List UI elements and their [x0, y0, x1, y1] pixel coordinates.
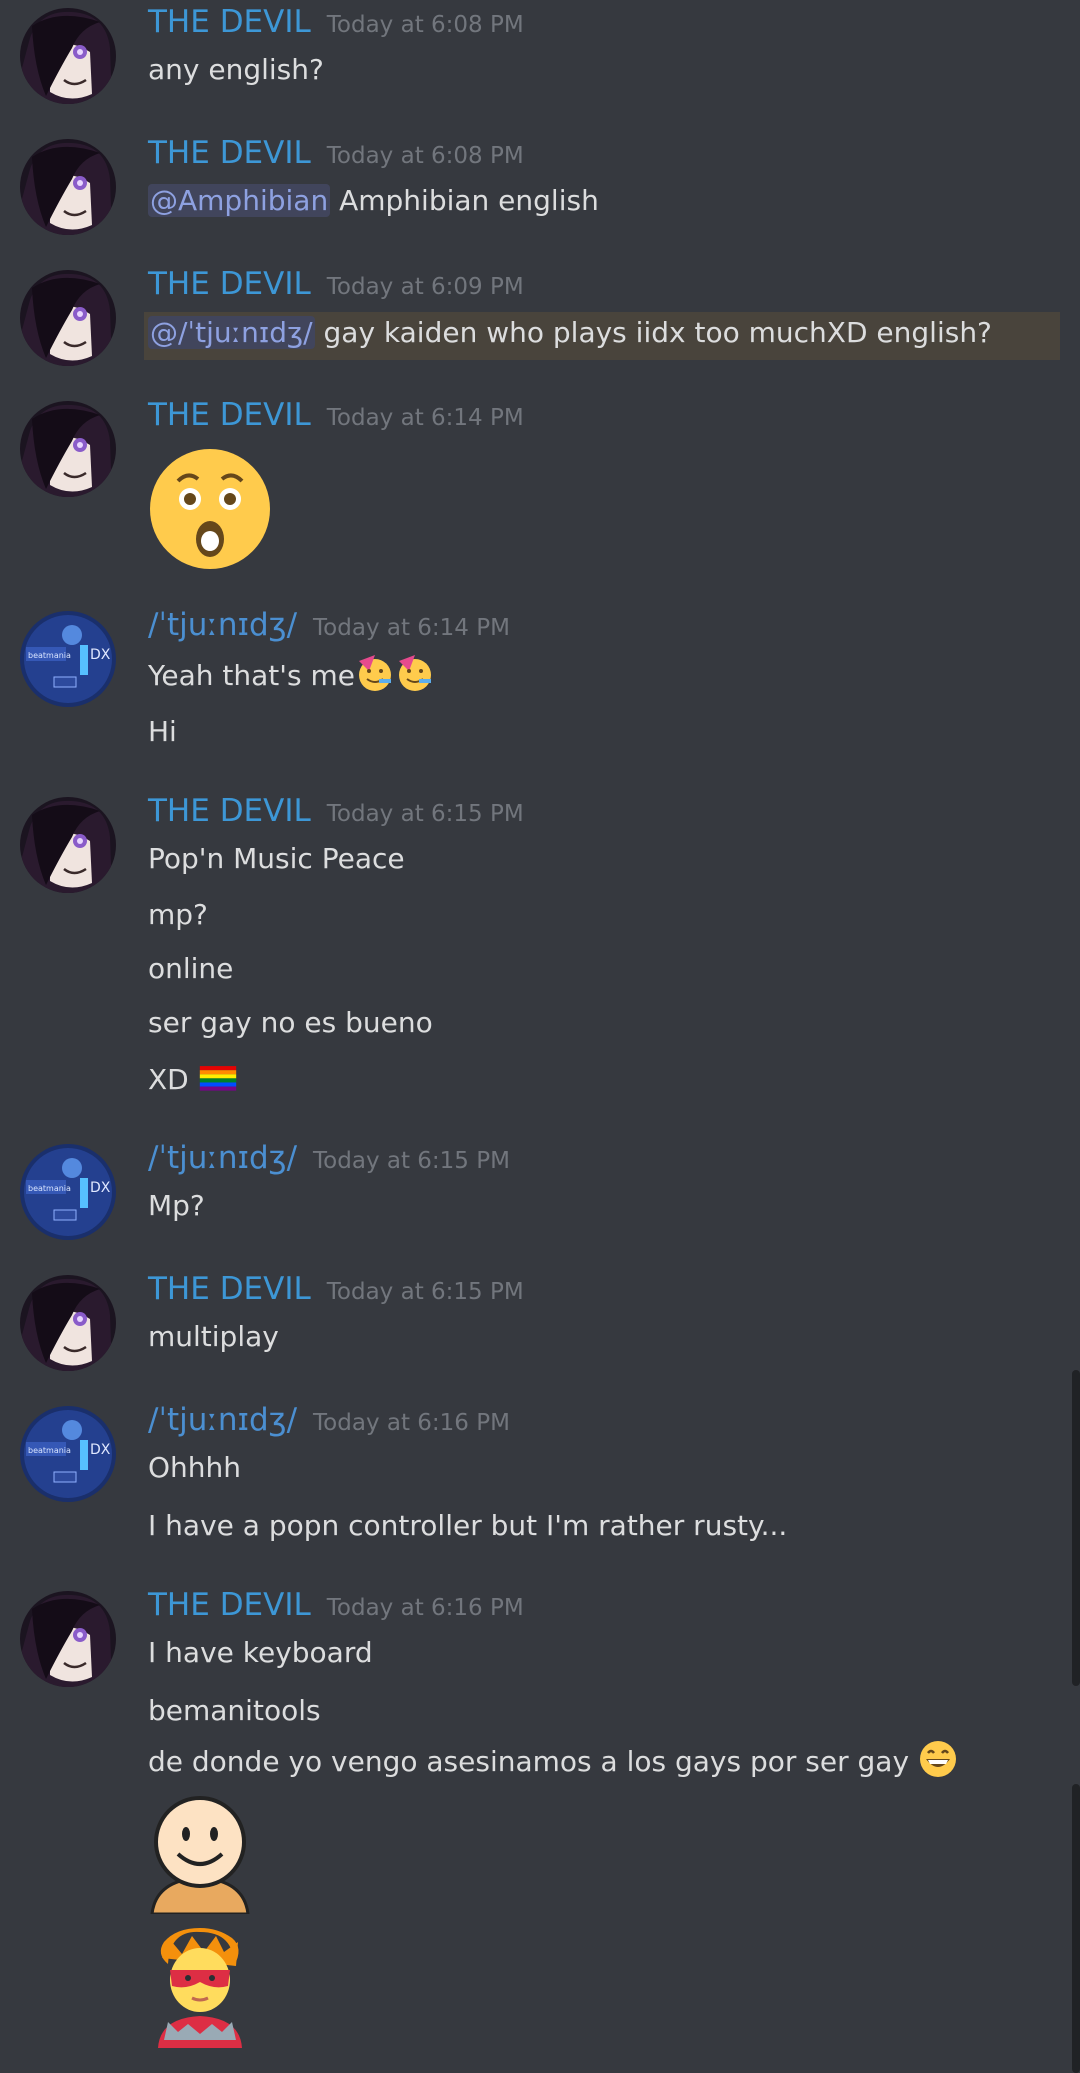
- timestamp: Today at 6:08 PM: [326, 143, 524, 169]
- message-group: THE DEVIL Today at 6:09 PM @/ˈtjuːnɪdʒ/ g…: [0, 266, 1080, 366]
- message-text: multiplay: [148, 1320, 279, 1353]
- message-group: THE DEVIL Today at 6:08 PM any english?: [0, 4, 1080, 104]
- avatar-the-devil[interactable]: [20, 797, 116, 893]
- smiling-person-sticker-icon: [148, 1794, 252, 1916]
- partying-face-icon: [355, 653, 395, 693]
- superhero-emoji-icon: [148, 1928, 252, 2048]
- message-body: gay kaiden who plays iidx too muchXD eng…: [323, 316, 992, 349]
- avatar-the-devil[interactable]: [20, 1275, 116, 1371]
- username[interactable]: /ˈtjuːnɪdʒ/: [148, 607, 297, 643]
- avatar-jun[interactable]: [20, 1406, 116, 1502]
- message-text: any english?: [148, 53, 324, 86]
- username[interactable]: THE DEVIL: [148, 266, 311, 302]
- avatar-the-devil[interactable]: [20, 270, 116, 366]
- message-text: online: [148, 952, 234, 985]
- timestamp: Today at 6:08 PM: [326, 12, 524, 38]
- message-text: Ohhhh: [148, 1451, 242, 1484]
- message-text: mp?: [148, 898, 208, 931]
- scrollbar-track[interactable]: [1072, 1370, 1080, 1686]
- username[interactable]: /ˈtjuːnɪdʒ/: [148, 1402, 297, 1438]
- avatar-the-devil[interactable]: [20, 1591, 116, 1687]
- timestamp: Today at 6:09 PM: [326, 274, 524, 300]
- message-text: @Amphibian Amphibian english: [148, 181, 1052, 221]
- timestamp: Today at 6:16 PM: [326, 1595, 524, 1621]
- message-text: XD: [148, 1057, 1052, 1100]
- message-group: /ˈtjuːnɪdʒ/Today at 6:16 PM Ohhhh I have…: [0, 1402, 1080, 1546]
- message-group: THE DEVIL Today at 6:14 PM: [0, 397, 1080, 571]
- avatar-the-devil[interactable]: [20, 139, 116, 235]
- message-text: Pop'n Music Peace: [148, 842, 405, 875]
- avatar-jun[interactable]: [20, 1144, 116, 1240]
- timestamp: Today at 6:14 PM: [326, 405, 524, 431]
- timestamp: Today at 6:15 PM: [326, 1279, 524, 1305]
- username[interactable]: THE DEVIL: [148, 397, 311, 433]
- avatar-jun[interactable]: [20, 611, 116, 707]
- message-text: Mp?: [148, 1189, 205, 1222]
- grinning-face-icon: [918, 1739, 958, 1779]
- avatar-the-devil[interactable]: [20, 401, 116, 497]
- message-group: /ˈtjuːnɪdʒ/Today at 6:14 PM Yeah that's …: [0, 607, 1080, 752]
- message-text: Hi: [148, 715, 177, 748]
- avatar-the-devil[interactable]: [20, 8, 116, 104]
- message-text: Yeah that's me: [148, 653, 1052, 696]
- message-text: de donde yo vengo asesinamos a los gays …: [148, 1739, 1052, 1782]
- message-group: THE DEVIL Today at 6:15 PM Pop'n Music Pe…: [0, 793, 1080, 1100]
- message-group: THE DEVIL Today at 6:15 PM multiplay: [0, 1271, 1080, 1371]
- scrollbar-thumb[interactable]: [1072, 1784, 1080, 2073]
- username[interactable]: THE DEVIL: [148, 1587, 311, 1623]
- user-mention[interactable]: @Amphibian: [148, 184, 331, 217]
- user-mention[interactable]: @/ˈtjuːnɪdʒ/: [148, 316, 315, 349]
- message-group: THE DEVIL Today at 6:08 PM @Amphibian Amp…: [0, 135, 1080, 235]
- message-group: THE DEVIL Today at 6:16 PM I have keyboar…: [0, 1587, 1080, 2048]
- timestamp: Today at 6:14 PM: [313, 615, 510, 641]
- astonished-face-icon: [148, 447, 272, 571]
- message-body: Amphibian english: [339, 184, 599, 217]
- username[interactable]: THE DEVIL: [148, 1271, 311, 1307]
- message-text: I have a popn controller but I'm rather …: [148, 1509, 788, 1542]
- timestamp: Today at 6:16 PM: [313, 1410, 510, 1436]
- timestamp: Today at 6:15 PM: [313, 1148, 510, 1174]
- username[interactable]: /ˈtjuːnɪdʒ/: [148, 1140, 297, 1176]
- highlighted-message: @/ˈtjuːnɪdʒ/ gay kaiden who plays iidx t…: [144, 312, 1060, 360]
- partying-face-icon: [395, 653, 435, 693]
- message-group: /ˈtjuːnɪdʒ/Today at 6:15 PM Mp?: [0, 1140, 1080, 1240]
- timestamp: Today at 6:15 PM: [326, 801, 524, 827]
- message-text: I have keyboard: [148, 1636, 373, 1669]
- username[interactable]: THE DEVIL: [148, 793, 311, 829]
- message-text: ser gay no es bueno: [148, 1006, 433, 1039]
- username[interactable]: THE DEVIL: [148, 135, 311, 171]
- rainbow-flag-icon: [198, 1057, 242, 1097]
- username[interactable]: THE DEVIL: [148, 4, 311, 40]
- message-text: bemanitools: [148, 1694, 321, 1727]
